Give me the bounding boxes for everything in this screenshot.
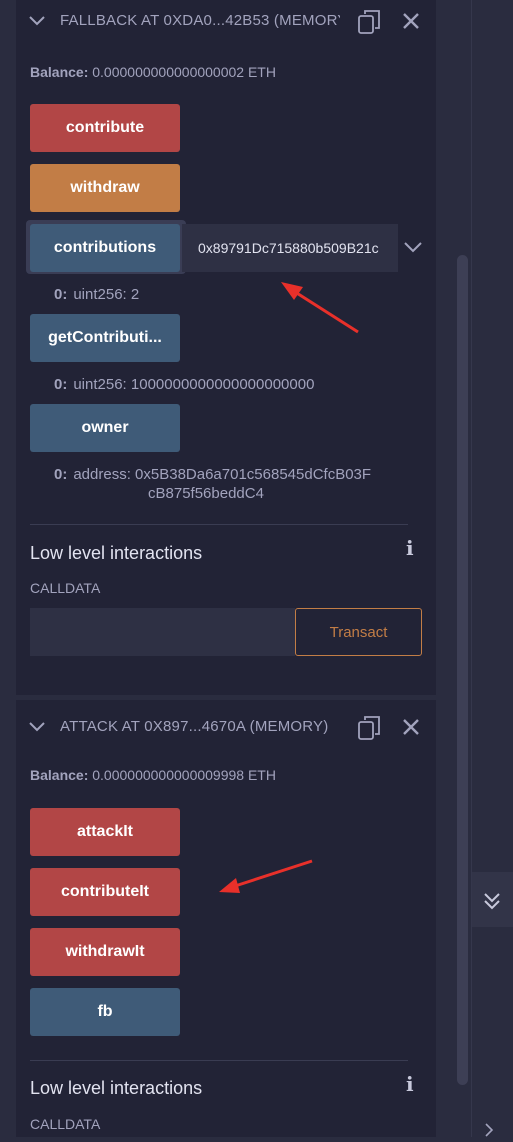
contract-title: ATTACK AT 0X897...4670A (MEMORY) (60, 718, 329, 735)
balance: Balance: 0.000000000000000002 ETH (30, 64, 276, 80)
contract-title: FALLBACK AT 0XDA0...42B53 (MEMORY) (60, 12, 340, 29)
balance-label: Balance: (30, 64, 89, 80)
getcontributions-button[interactable]: getContributi... (30, 314, 180, 362)
transact-button[interactable]: Transact (295, 608, 422, 656)
result-value-line1: address: 0x5B38Da6a701c568545dCfcB03F (73, 466, 372, 483)
contributions-result: 0: uint256: 2 (54, 286, 139, 303)
divider (30, 1060, 408, 1061)
calldata-label: CALLDATA (30, 1116, 101, 1132)
chevron-down-icon[interactable] (28, 12, 46, 30)
contributeit-button[interactable]: contributeIt (30, 868, 180, 916)
calldata-input[interactable] (30, 608, 295, 656)
right-side-panel (471, 0, 513, 1137)
balance-value: 0.000000000000009998 ETH (92, 767, 276, 783)
withdrawit-button[interactable]: withdrawIt (30, 928, 180, 976)
result-value: uint256: 1000000000000000000000 (73, 376, 315, 393)
fallback-contract-panel: FALLBACK AT 0XDA0...42B53 (MEMORY) Balan… (16, 0, 436, 695)
calldata-label: CALLDATA (30, 580, 101, 596)
withdraw-button[interactable]: withdraw (30, 164, 180, 212)
low-level-interactions-title: Low level interactions (30, 543, 203, 563)
result-index: 0: (54, 376, 68, 393)
chevron-down-icon[interactable] (403, 240, 423, 254)
owner-result-line2: cB875f56beddC4 (148, 485, 264, 502)
owner-button[interactable]: owner (30, 404, 180, 452)
attack-contract-panel: ATTACK AT 0X897...4670A (MEMORY) Balance… (16, 700, 436, 1137)
close-icon[interactable] (401, 11, 421, 31)
contributions-button[interactable]: contributions (30, 224, 180, 272)
scrollbar[interactable] (457, 255, 468, 1085)
double-chevron-down-icon[interactable] (472, 872, 513, 927)
result-index: 0: (54, 466, 68, 483)
divider (30, 524, 408, 525)
balance-value: 0.000000000000000002 ETH (92, 64, 276, 80)
copy-icon[interactable] (358, 715, 382, 741)
copy-icon[interactable] (358, 9, 382, 35)
info-icon[interactable]: i (406, 536, 414, 560)
result-index: 0: (54, 286, 68, 303)
owner-result: 0: address: 0x5B38Da6a701c568545dCfcB03F (54, 466, 414, 483)
getcontributions-result: 0: uint256: 1000000000000000000000 (54, 376, 314, 393)
contribute-button[interactable]: contribute (30, 104, 180, 152)
close-icon[interactable] (401, 717, 421, 737)
balance: Balance: 0.000000000000009998 ETH (30, 767, 276, 783)
low-level-interactions-title: Low level interactions (30, 1078, 203, 1098)
chevron-down-icon[interactable] (28, 718, 46, 736)
fb-button[interactable]: fb (30, 988, 180, 1036)
info-icon[interactable]: i (406, 1072, 414, 1096)
result-value: uint256: 2 (73, 286, 140, 303)
contributions-input[interactable]: 0x89791Dc715880b509B21c (182, 224, 398, 272)
chevron-right-icon[interactable] (482, 1120, 496, 1137)
attackit-button[interactable]: attackIt (30, 808, 180, 856)
balance-label: Balance: (30, 767, 89, 783)
contract-header[interactable]: ATTACK AT 0X897...4670A (MEMORY) (16, 706, 436, 748)
contract-header[interactable]: FALLBACK AT 0XDA0...42B53 (MEMORY) (16, 0, 436, 42)
